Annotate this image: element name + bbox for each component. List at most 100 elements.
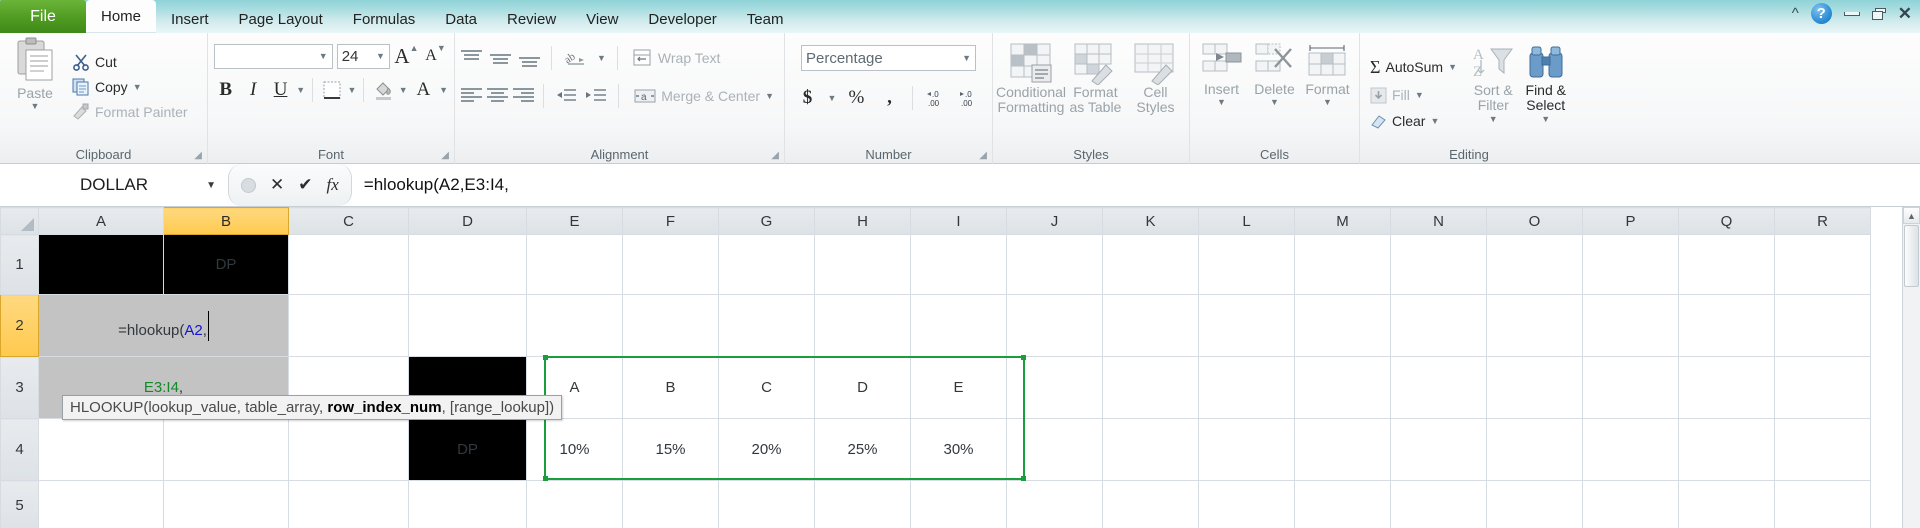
cell-f2[interactable] (623, 295, 719, 357)
font-size-combo[interactable]: 24 ▼ (337, 44, 390, 69)
cell-m2[interactable] (1295, 295, 1391, 357)
restore-icon[interactable] (1872, 8, 1886, 20)
cell-e5[interactable] (527, 481, 623, 528)
cell-c4[interactable] (289, 419, 409, 481)
format-painter-button[interactable]: Format Painter (68, 101, 192, 123)
cell-r5[interactable] (1775, 481, 1871, 528)
vertical-scrollbar[interactable]: ▲ (1902, 207, 1920, 528)
cell-o4[interactable] (1487, 419, 1583, 481)
column-header-f[interactable]: F (623, 208, 719, 235)
column-header-i[interactable]: I (911, 208, 1007, 235)
cell-n1[interactable] (1391, 235, 1487, 295)
fill-color-caret-icon[interactable]: ▼ (399, 85, 408, 95)
align-middle-icon[interactable] (490, 50, 511, 67)
column-header-o[interactable]: O (1487, 208, 1583, 235)
align-center-icon[interactable] (487, 88, 505, 105)
tab-home[interactable]: Home (86, 0, 156, 33)
cell-h3[interactable]: D (815, 357, 911, 419)
grow-font-button[interactable]: A▲ (394, 43, 419, 69)
delete-cells-button[interactable]: Delete ▼ (1249, 41, 1300, 141)
cell-k2[interactable] (1103, 295, 1199, 357)
cell-c2[interactable] (289, 295, 409, 357)
column-header-g[interactable]: G (719, 208, 815, 235)
minimize-icon[interactable] (1844, 12, 1860, 16)
row-header-4[interactable]: 4 (1, 419, 39, 481)
borders-button[interactable] (320, 77, 343, 103)
cell-b1[interactable]: DP (164, 235, 289, 295)
number-format-caret-icon[interactable]: ▼ (962, 53, 971, 63)
cell-d2[interactable] (409, 295, 527, 357)
cell-e4[interactable]: 10% (527, 419, 623, 481)
cell-h2[interactable] (815, 295, 911, 357)
cell-g5[interactable] (719, 481, 815, 528)
underline-caret-icon[interactable]: ▼ (296, 85, 305, 95)
fill-color-button[interactable] (371, 77, 394, 103)
column-header-q[interactable]: Q (1679, 208, 1775, 235)
cell-a1[interactable] (39, 235, 164, 295)
find-select-button[interactable]: Find & Select ▼ (1520, 43, 1573, 143)
select-all-corner[interactable] (1, 208, 39, 235)
number-format-combo[interactable]: Percentage ▼ (801, 45, 976, 71)
font-color-button[interactable]: A (412, 77, 435, 103)
cell-k3[interactable] (1103, 357, 1199, 419)
underline-button[interactable]: U (269, 77, 292, 103)
cell-b2-editing[interactable]: =hlookup(A2, (39, 295, 289, 357)
decrease-indent-button[interactable] (554, 83, 577, 109)
row-header-5[interactable]: 5 (1, 481, 39, 528)
column-header-n[interactable]: N (1391, 208, 1487, 235)
font-name-combo[interactable]: ▼ (214, 44, 333, 69)
column-header-m[interactable]: M (1295, 208, 1391, 235)
cell-r2[interactable] (1775, 295, 1871, 357)
tab-team[interactable]: Team (732, 6, 799, 33)
tab-insert[interactable]: Insert (156, 6, 224, 33)
cell-d1[interactable] (409, 235, 527, 295)
column-header-l[interactable]: L (1199, 208, 1295, 235)
tab-file[interactable]: File (0, 0, 86, 33)
cell-i2[interactable] (911, 295, 1007, 357)
tab-view[interactable]: View (571, 6, 633, 33)
copy-button[interactable]: Copy ▼ (68, 76, 192, 98)
cell-r3[interactable] (1775, 357, 1871, 419)
cell-e2[interactable] (527, 295, 623, 357)
cell-j3[interactable] (1007, 357, 1103, 419)
cell-l4[interactable] (1199, 419, 1295, 481)
cell-g2[interactable] (719, 295, 815, 357)
tab-page-layout[interactable]: Page Layout (224, 6, 338, 33)
clear-button[interactable]: Clear ▼ (1366, 111, 1461, 132)
alignment-dialog-launcher-icon[interactable]: ◢ (771, 150, 779, 161)
cell-f3[interactable]: B (623, 357, 719, 419)
scroll-up-arrow-icon[interactable]: ▲ (1903, 207, 1920, 224)
clipboard-dialog-launcher-icon[interactable]: ◢ (194, 150, 202, 161)
font-name-caret-icon[interactable]: ▼ (319, 51, 328, 61)
conditional-formatting-button[interactable]: Conditional Formatting (999, 41, 1063, 141)
column-header-c[interactable]: C (289, 208, 409, 235)
cell-m1[interactable] (1295, 235, 1391, 295)
name-box[interactable]: DOLLAR ▼ (0, 164, 228, 206)
row-header-3[interactable]: 3 (1, 357, 39, 419)
cell-g1[interactable] (719, 235, 815, 295)
tab-data[interactable]: Data (430, 6, 492, 33)
fill-caret-icon[interactable]: ▼ (1415, 90, 1424, 100)
cell-l1[interactable] (1199, 235, 1295, 295)
cell-c5[interactable] (289, 481, 409, 528)
cell-styles-button[interactable]: Cell Styles (1128, 41, 1183, 141)
find-select-caret-icon[interactable]: ▼ (1541, 114, 1550, 124)
cell-q3[interactable] (1679, 357, 1775, 419)
font-dialog-launcher-icon[interactable]: ◢ (441, 150, 449, 161)
cell-p5[interactable] (1583, 481, 1679, 528)
number-dialog-launcher-icon[interactable]: ◢ (979, 150, 987, 161)
row-header-1[interactable]: 1 (1, 235, 39, 295)
cell-o2[interactable] (1487, 295, 1583, 357)
increase-indent-button[interactable] (585, 83, 608, 109)
wrap-text-button[interactable]: Wrap Text (629, 47, 725, 69)
orientation-button[interactable]: ab (563, 45, 589, 71)
clear-caret-icon[interactable]: ▼ (1430, 116, 1439, 126)
cell-p4[interactable] (1583, 419, 1679, 481)
cancel-formula-button[interactable]: ✕ (270, 175, 284, 195)
column-header-e[interactable]: E (527, 208, 623, 235)
cell-l2[interactable] (1199, 295, 1295, 357)
align-right-icon[interactable] (513, 88, 531, 105)
autosum-caret-icon[interactable]: ▼ (1448, 62, 1457, 72)
cell-g4[interactable]: 20% (719, 419, 815, 481)
cell-q5[interactable] (1679, 481, 1775, 528)
